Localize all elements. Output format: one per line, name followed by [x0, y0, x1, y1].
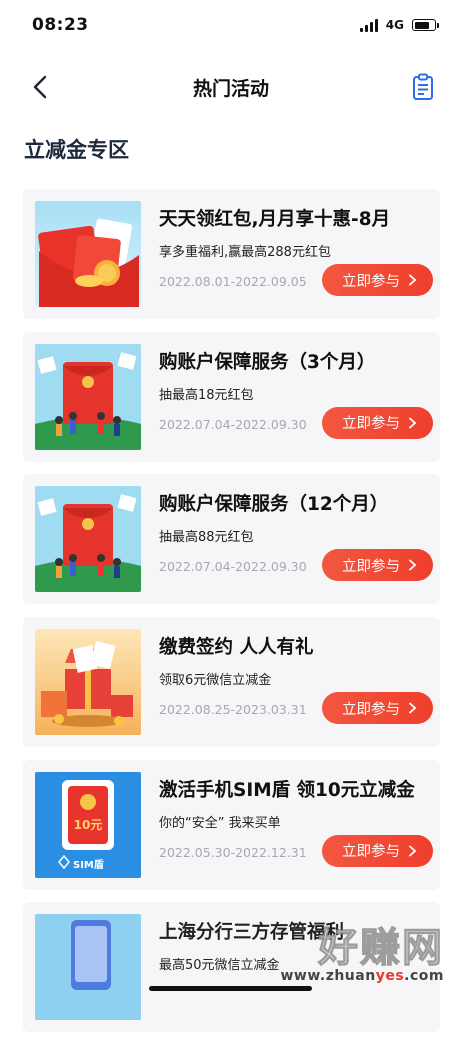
card-description: 抽最高88元红包	[159, 530, 254, 546]
page-title: 热门活动	[192, 78, 269, 100]
red-envelope-people-image	[35, 486, 141, 593]
card-date-range: 2022.08.01-2022.09.05	[159, 274, 307, 289]
card-title: 缴费签约 人人有礼	[159, 637, 314, 659]
card-title: 购账户保障服务（12个月）	[159, 494, 389, 516]
signal-icon	[359, 18, 378, 32]
activity-card[interactable]: 购账户保障服务（3个月） 抽最高18元红包 2022.07.04-2022.09…	[23, 331, 440, 462]
card-description: 你的“安全” 我来买单	[159, 815, 281, 831]
card-description: 最高50元微信立减金	[159, 958, 280, 974]
section-title: 立减金专区	[24, 138, 129, 162]
status-time: 08:23	[32, 15, 89, 35]
join-button[interactable]: 立即参与	[322, 692, 433, 725]
activity-list: 天天领红包,月月享十惠-8月 享多重福利,赢最高288元红包 2022.08.0…	[23, 189, 440, 1045]
join-button-label: 立即参与	[342, 558, 400, 575]
chevron-right-icon	[409, 702, 417, 714]
chevron-right-icon	[409, 274, 417, 286]
join-button[interactable]: 立即参与	[322, 549, 433, 582]
red-envelope-people-image	[35, 343, 141, 450]
card-title: 上海分行三方存管福利	[159, 922, 345, 944]
join-button[interactable]: 立即参与	[322, 406, 433, 439]
card-title: 天天领红包,月月享十惠-8月	[159, 209, 391, 230]
activity-card[interactable]: 购账户保障服务（12个月） 抽最高88元红包 2022.07.04-2022.0…	[23, 474, 440, 605]
card-date-range: 2022.07.04-2022.09.30	[159, 559, 307, 575]
activity-card[interactable]: 天天领红包,月月享十惠-8月 享多重福利,赢最高288元红包 2022.08.0…	[23, 189, 440, 319]
join-button[interactable]: 立即参与	[322, 264, 433, 296]
card-date-range: 2022.07.04-2022.09.30	[159, 416, 307, 432]
sim-badge-label: SIM盾	[73, 859, 104, 871]
join-button-label: 立即参与	[342, 416, 400, 433]
join-button-label: 立即参与	[342, 273, 400, 290]
gift-box-image	[35, 629, 141, 736]
status-bar: 08:23 4G	[0, 0, 462, 52]
join-button-label: 立即参与	[342, 701, 400, 718]
chevron-right-icon	[409, 559, 417, 571]
home-indicator	[149, 986, 312, 991]
chevron-right-icon	[409, 417, 417, 429]
network-type: 4G	[385, 18, 404, 32]
status-icons: 4G	[359, 18, 439, 32]
card-description: 领取6元微信立减金	[159, 673, 272, 689]
phone-image	[35, 914, 141, 1021]
card-date-range: 2022.08.25-2023.03.31	[159, 702, 307, 718]
join-button[interactable]: 立即参与	[322, 834, 433, 867]
activity-card[interactable]: 上海分行三方存管福利 最高50元微信立减金	[23, 902, 440, 1033]
card-description: 抽最高18元红包	[159, 387, 254, 403]
card-title: 激活手机SIM盾 领10元立减金	[159, 779, 415, 801]
red-envelope-image	[35, 201, 141, 307]
battery-icon	[412, 19, 439, 31]
activity-card[interactable]: 缴费签约 人人有礼 领取6元微信立减金 2022.08.25-2023.03.3…	[23, 617, 440, 748]
card-description: 享多重福利,赢最高288元红包	[159, 245, 331, 260]
clipboard-list-icon[interactable]	[410, 72, 436, 102]
sim-amount-label: 10元	[73, 817, 103, 832]
card-title: 购账户保障服务（3个月）	[159, 351, 376, 373]
nav-bar: 热门活动	[0, 62, 462, 112]
chevron-right-icon	[409, 845, 417, 857]
card-date-range: 2022.05.30-2022.12.31	[159, 844, 307, 860]
join-button-label: 立即参与	[342, 844, 400, 861]
activity-card[interactable]: 10元 SIM盾 激活手机SIM盾 领10元立减金 你的“安全” 我来买单 20…	[23, 759, 440, 890]
sim-shield-envelope-image: 10元 SIM盾	[35, 771, 141, 878]
